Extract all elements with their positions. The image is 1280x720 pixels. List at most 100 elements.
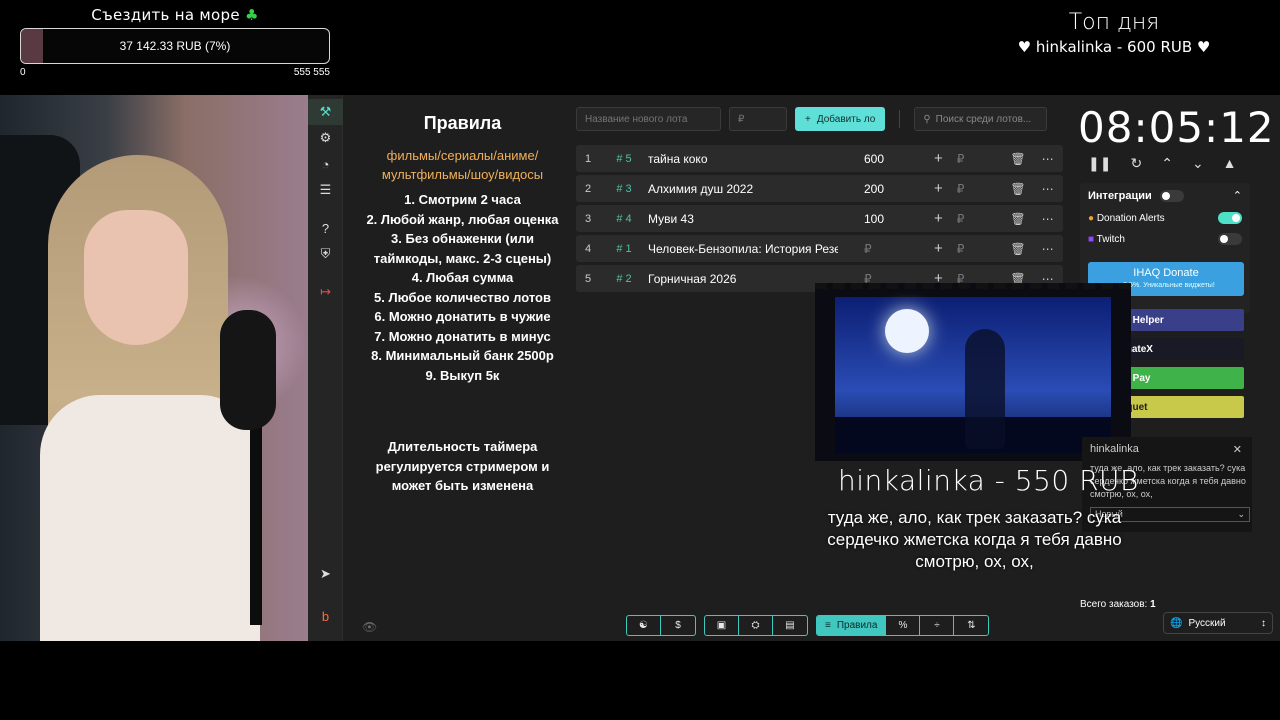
plus-icon: + — [805, 113, 811, 125]
lot-id: # 3 — [616, 182, 632, 195]
logout-icon[interactable]: ↦ — [308, 279, 343, 305]
ruble-input-icon[interactable]: ₽ — [957, 212, 965, 226]
double-chevron-up-icon[interactable]: ▲ — [1223, 155, 1237, 172]
reset-icon[interactable]: ↻ — [1130, 155, 1142, 172]
add-amount-icon[interactable]: + — [934, 150, 943, 167]
ruble-input-icon[interactable]: ₽ — [957, 152, 965, 166]
timer-note: Длительность таймера регулируется стриме… — [375, 439, 550, 493]
lot-row[interactable]: 4 # 1 Человек-Бензопила: История Резе ₽ … — [576, 235, 1063, 262]
chevron-down-icon[interactable]: ⌄ — [1237, 509, 1245, 520]
orders-value: 1 — [1150, 599, 1156, 610]
rule-line: 3. Без обнаженки (или таймкоды, макс. 2-… — [373, 231, 552, 266]
trash-icon[interactable]: 🗑 — [1010, 212, 1025, 226]
add-lot-button[interactable]: + Добавить ло — [795, 107, 886, 131]
twitch-toggle[interactable] — [1218, 233, 1242, 245]
more-icon[interactable]: ⋯ — [1042, 212, 1054, 226]
ihaq-title: IHAQ Donate — [1133, 267, 1199, 279]
lot-row[interactable]: 3 # 4 Муви 43 100 + ₽ 🗑 ⋯ — [576, 205, 1063, 232]
tools-button-group: ▣ ⛭ ▤ — [704, 615, 808, 636]
rule-line: 8. Минимальный банк 2500р — [371, 348, 554, 363]
ruble-input-icon[interactable]: ₽ — [957, 182, 965, 196]
donation-alerts-icon: ● — [1088, 212, 1095, 224]
lot-name-input[interactable] — [576, 107, 721, 131]
add-amount-icon[interactable]: + — [934, 180, 943, 197]
more-icon[interactable]: ⋯ — [1042, 182, 1054, 196]
pause-icon[interactable]: ❚❚ — [1088, 155, 1111, 172]
lot-amount[interactable]: 100 — [838, 212, 916, 226]
shield-icon[interactable]: ⛨ — [308, 241, 343, 267]
goal-min: 0 — [20, 67, 26, 78]
boosty-icon[interactable]: b — [308, 603, 343, 629]
twitch-icon: ■ — [1088, 233, 1095, 245]
lot-row[interactable]: 2 # 3 Алхимия душ 2022 200 + ₽ 🗑 ⋯ — [576, 175, 1063, 202]
rule-line: 7. Можно донатить в минус — [374, 328, 551, 344]
trash-icon[interactable]: 🗑 — [1010, 182, 1025, 196]
orders-label: Всего заказов: — [1080, 599, 1148, 610]
lot-amount[interactable]: 600 — [838, 152, 916, 166]
rules-title: Правила — [423, 113, 502, 133]
more-icon[interactable]: ⋯ — [1042, 152, 1054, 166]
donate-dollar-icon[interactable]: $ — [661, 616, 695, 635]
lot-search-input[interactable]: ⚲ Поиск среди лотов... — [914, 107, 1048, 131]
goal-title: Съездить на море — [91, 6, 240, 24]
goal-max: 555 555 — [293, 67, 330, 78]
trash-icon[interactable]: 🗑 — [1010, 152, 1025, 166]
bug-icon[interactable]: ⛭ — [739, 616, 773, 635]
integration-label: Donation Alerts — [1096, 212, 1165, 224]
side-rail: ⚒ ⚙ ◔ ☰ ? ⛨ ↦ ➤ b — [308, 95, 343, 641]
goal-progress-bar: 37 142.33 RUB (7%) — [20, 28, 330, 64]
donation-alerts-toggle[interactable] — [1218, 212, 1242, 224]
add-amount-icon[interactable]: + — [934, 240, 943, 257]
lot-id: # 4 — [616, 212, 632, 225]
ruble-input-icon[interactable]: ₽ — [957, 242, 965, 256]
chevron-updown-icon: ↕ — [1261, 617, 1266, 629]
integration-row: ● Donation Alerts — [1088, 212, 1242, 224]
eye-icon[interactable]: 👁 — [362, 620, 377, 634]
chevron-down-icon[interactable]: ⌄ — [1192, 155, 1204, 172]
rule-line: 4. Любая сумма — [411, 270, 514, 285]
layers-icon[interactable]: ☰ — [308, 177, 343, 203]
add-amount-icon[interactable]: + — [934, 210, 943, 227]
lot-id: # 1 — [616, 242, 632, 255]
lot-name[interactable]: тайна коко — [648, 152, 838, 166]
lot-form: + Добавить ло ⚲ Поиск среди лотов... — [576, 107, 1048, 131]
github-icon[interactable]: ☯ — [627, 616, 661, 635]
orders-count: Всего заказов: 1 — [1080, 599, 1156, 610]
lot-row[interactable]: 1 # 5 тайна коко 600 + ₽ 🗑 ⋯ — [576, 145, 1063, 172]
language-select[interactable]: 🌐 Русский ↕ — [1163, 612, 1273, 634]
divide-icon[interactable]: ÷ — [920, 616, 955, 635]
rules-subtitle: фильмы/сериалы/аниме/ мультфильмы/шоу/ви… — [381, 148, 544, 182]
anime-character — [965, 329, 1005, 449]
auction-hammer-icon[interactable]: ⚒ — [308, 99, 343, 125]
top-day-leader: ♥ hinkalinka - 600 RUB ♥ — [1017, 38, 1211, 56]
chevron-up-icon[interactable]: ⌃ — [1161, 155, 1173, 172]
more-icon[interactable]: ⋯ — [1042, 242, 1054, 256]
help-icon[interactable]: ? — [308, 215, 343, 241]
lot-name[interactable]: Муви 43 — [648, 212, 838, 226]
lot-amount[interactable]: 200 — [838, 182, 916, 196]
rules-tab-button[interactable]: ≡ Правила — [817, 616, 887, 635]
search-icon: ⚲ — [923, 113, 931, 125]
globe-icon: 🌐 — [1170, 617, 1183, 629]
lot-amount[interactable]: ₽ — [838, 242, 916, 256]
percent-icon[interactable]: % — [886, 616, 921, 635]
goal-amount: 37 142.33 RUB (7%) — [119, 39, 231, 53]
lot-name[interactable]: Человек-Бензопила: История Резе — [648, 242, 838, 256]
lot-name[interactable]: Алхимия душ 2022 — [648, 182, 838, 196]
save-icon[interactable]: ▣ — [705, 616, 739, 635]
pie-chart-icon[interactable]: ◔ — [308, 151, 343, 177]
archive-icon[interactable]: ▤ — [773, 616, 807, 635]
donation-video-clip — [815, 283, 1131, 461]
lot-search-placeholder: Поиск среди лотов... — [935, 113, 1032, 125]
link-button-group: ☯ $ — [626, 615, 696, 636]
lot-amount-input[interactable] — [729, 107, 787, 131]
chevron-up-icon[interactable]: ⌃ — [1233, 189, 1242, 202]
telegram-icon[interactable]: ➤ — [308, 561, 343, 587]
settings-icon[interactable]: ⚙ — [308, 125, 343, 151]
lot-name[interactable]: Горничная 2026 — [648, 272, 838, 286]
integrations-toggle[interactable] — [1159, 189, 1184, 202]
close-icon[interactable]: ✕ — [1233, 443, 1242, 456]
trash-icon[interactable]: 🗑 — [1010, 242, 1025, 256]
goal-widget: Съездить на море ♣ 37 142.33 RUB (7%) 0 … — [20, 6, 330, 78]
sort-icon[interactable]: ⇅ — [954, 616, 988, 635]
